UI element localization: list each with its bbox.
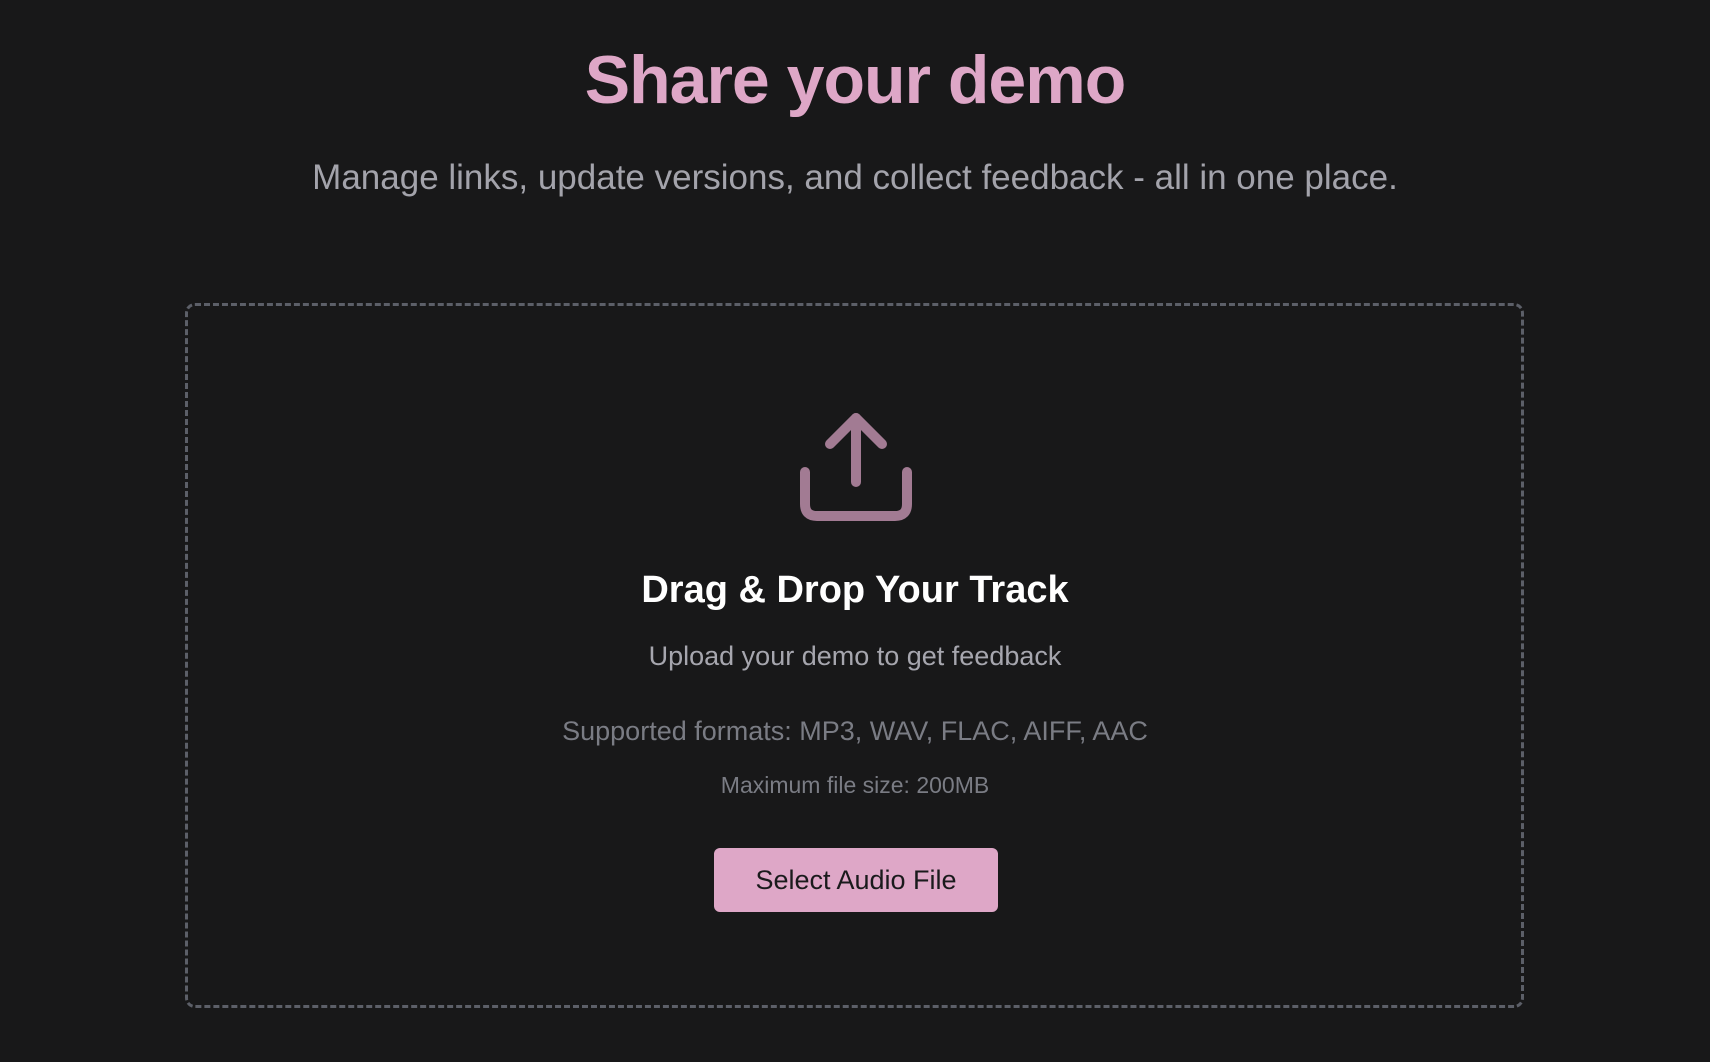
- page-title: Share your demo: [584, 42, 1127, 118]
- drop-zone-title: Drag & Drop Your Track: [641, 569, 1069, 611]
- supported-formats: Supported formats: MP3, WAV, FLAC, AIFF,…: [562, 716, 1148, 746]
- upload-page: Share your demo Manage links, update ver…: [0, 0, 1710, 1062]
- drop-zone-subtitle: Upload your demo to get feedback: [648, 641, 1062, 671]
- select-audio-file-button[interactable]: Select Audio File: [714, 848, 998, 912]
- max-file-size: Maximum file size: 200MB: [720, 772, 990, 798]
- page-subtitle: Manage links, update versions, and colle…: [312, 158, 1398, 197]
- upload-icon: [800, 413, 912, 521]
